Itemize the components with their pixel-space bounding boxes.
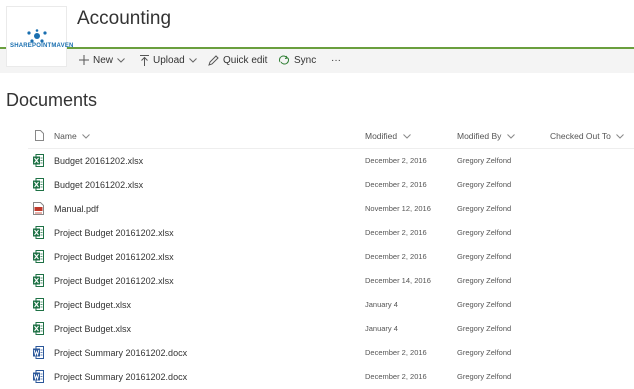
excel-file-icon [33, 226, 44, 239]
modified-by-user[interactable]: Gregory Zelfond [457, 173, 511, 197]
modified-date: December 2, 2016 [365, 252, 427, 261]
modified-by-user[interactable]: Gregory Zelfond [457, 293, 511, 317]
quick-edit-button[interactable]: Quick edit [208, 49, 267, 73]
file-name-link[interactable]: Project Summary 20161202.docx [54, 341, 187, 365]
file-name-link[interactable]: Project Budget 20161202.xlsx [54, 245, 174, 269]
site-header: SHAREPOINTMAVEN Accounting [0, 0, 634, 67]
modified-by-user[interactable]: Gregory Zelfond [457, 197, 511, 221]
site-title[interactable]: Accounting [77, 8, 171, 30]
column-header-name[interactable]: Name [54, 126, 90, 146]
upload-label: Upload [153, 55, 185, 66]
new-label: New [93, 55, 114, 66]
more-icon: ··· [331, 55, 341, 66]
table-row[interactable]: Project Budget 20161202.xlsx December 14,… [0, 269, 634, 293]
column-header-modified[interactable]: Modified [365, 126, 411, 146]
file-name-link[interactable]: Project Summary 20161202.docx [54, 365, 187, 389]
chevron-down-icon [402, 134, 411, 139]
modified-by-user[interactable]: Gregory Zelfond [457, 365, 511, 389]
file-name-link[interactable]: Project Budget 20161202.xlsx [54, 269, 174, 293]
chevron-down-icon [117, 49, 129, 73]
modified-by-user[interactable]: Gregory Zelfond [457, 317, 511, 341]
new-button[interactable]: New [79, 49, 129, 73]
column-header-modified-by[interactable]: Modified By [457, 126, 515, 146]
table-row[interactable]: Project Summary 20161202.docx December 2,… [0, 365, 634, 389]
excel-file-icon [33, 274, 44, 287]
column-header-name-label: Name [54, 131, 77, 141]
modified-date: November 12, 2016 [365, 204, 431, 213]
table-row[interactable]: Project Budget 20161202.xlsx December 2, … [0, 245, 634, 269]
file-type-header-icon[interactable] [35, 130, 44, 141]
excel-file-icon [33, 178, 44, 191]
sync-icon [279, 55, 289, 65]
modified-date: December 2, 2016 [365, 372, 427, 381]
pencil-icon [208, 55, 219, 66]
modified-date: December 2, 2016 [365, 348, 427, 357]
site-logo[interactable]: SHAREPOINTMAVEN [6, 6, 73, 67]
library-title: Documents [6, 90, 98, 110]
column-header-checked-out-to[interactable]: Checked Out To [550, 126, 625, 146]
word-file-icon [33, 370, 44, 383]
excel-file-icon [33, 250, 44, 263]
table-row[interactable]: Budget 20161202.xlsx December 2, 2016 Greg… [0, 173, 634, 197]
logo-text: SHAREPOINTMAVEN [10, 43, 74, 49]
modified-date: January 4 [365, 324, 398, 333]
modified-by-user[interactable]: Gregory Zelfond [457, 245, 511, 269]
file-name-link[interactable]: Project Budget.xlsx [54, 293, 131, 317]
table-row[interactable]: Project Budget 20161202.xlsx December 2, … [0, 221, 634, 245]
modified-by-user[interactable]: Gregory Zelfond [457, 341, 511, 365]
table-row[interactable]: Project Budget.xlsx January 4 Gregory Zelf… [0, 293, 634, 317]
table-row[interactable]: Budget 20161202.xlsx December 2, 2016 Greg… [0, 149, 634, 173]
excel-file-icon [33, 322, 44, 335]
column-header-checked-out-to-label: Checked Out To [550, 131, 611, 141]
upload-arrow-icon [140, 54, 149, 66]
file-name-link[interactable]: Project Budget 20161202.xlsx [54, 221, 174, 245]
column-header-modified-label: Modified [365, 131, 398, 141]
chevron-down-icon [188, 49, 201, 73]
word-file-icon [33, 346, 44, 359]
chevron-down-icon [506, 134, 515, 139]
plus-icon [79, 55, 89, 66]
excel-file-icon [33, 154, 44, 167]
quick-edit-label: Quick edit [223, 55, 268, 66]
table-row[interactable]: Project Summary 20161202.docx December 2,… [0, 341, 634, 365]
file-name-link[interactable]: Budget 20161202.xlsx [54, 149, 143, 173]
excel-file-icon [33, 298, 44, 311]
modified-date: January 4 [365, 300, 398, 309]
file-name-link[interactable]: Manual.pdf [54, 197, 99, 221]
modified-date: December 14, 2016 [365, 276, 431, 285]
logo-dots-icon [27, 29, 47, 43]
pdf-file-icon [33, 202, 44, 215]
modified-date: December 2, 2016 [365, 156, 427, 165]
modified-date: December 2, 2016 [365, 228, 427, 237]
table-row[interactable]: Manual.pdf November 12, 2016 Gregory Zelfo… [0, 197, 634, 221]
column-header-modified-by-label: Modified By [457, 131, 502, 141]
table-row[interactable]: Project Budget.xlsx January 4 Gregory Zelf… [0, 317, 634, 341]
upload-button[interactable]: Upload [140, 49, 201, 73]
more-actions-button[interactable]: ··· [331, 49, 341, 73]
modified-by-user[interactable]: Gregory Zelfond [457, 269, 511, 293]
sync-label: Sync [294, 55, 317, 66]
command-bar: New Upload Quick edit Sync ··· [0, 49, 634, 73]
modified-date: December 2, 2016 [365, 180, 427, 189]
modified-by-user[interactable]: Gregory Zelfond [457, 149, 511, 173]
chevron-down-icon [82, 134, 90, 139]
file-name-link[interactable]: Project Budget.xlsx [54, 317, 131, 341]
sync-button[interactable]: Sync [278, 49, 316, 73]
file-name-link[interactable]: Budget 20161202.xlsx [54, 173, 143, 197]
chevron-down-icon [616, 134, 625, 139]
modified-by-user[interactable]: Gregory Zelfond [457, 221, 511, 245]
